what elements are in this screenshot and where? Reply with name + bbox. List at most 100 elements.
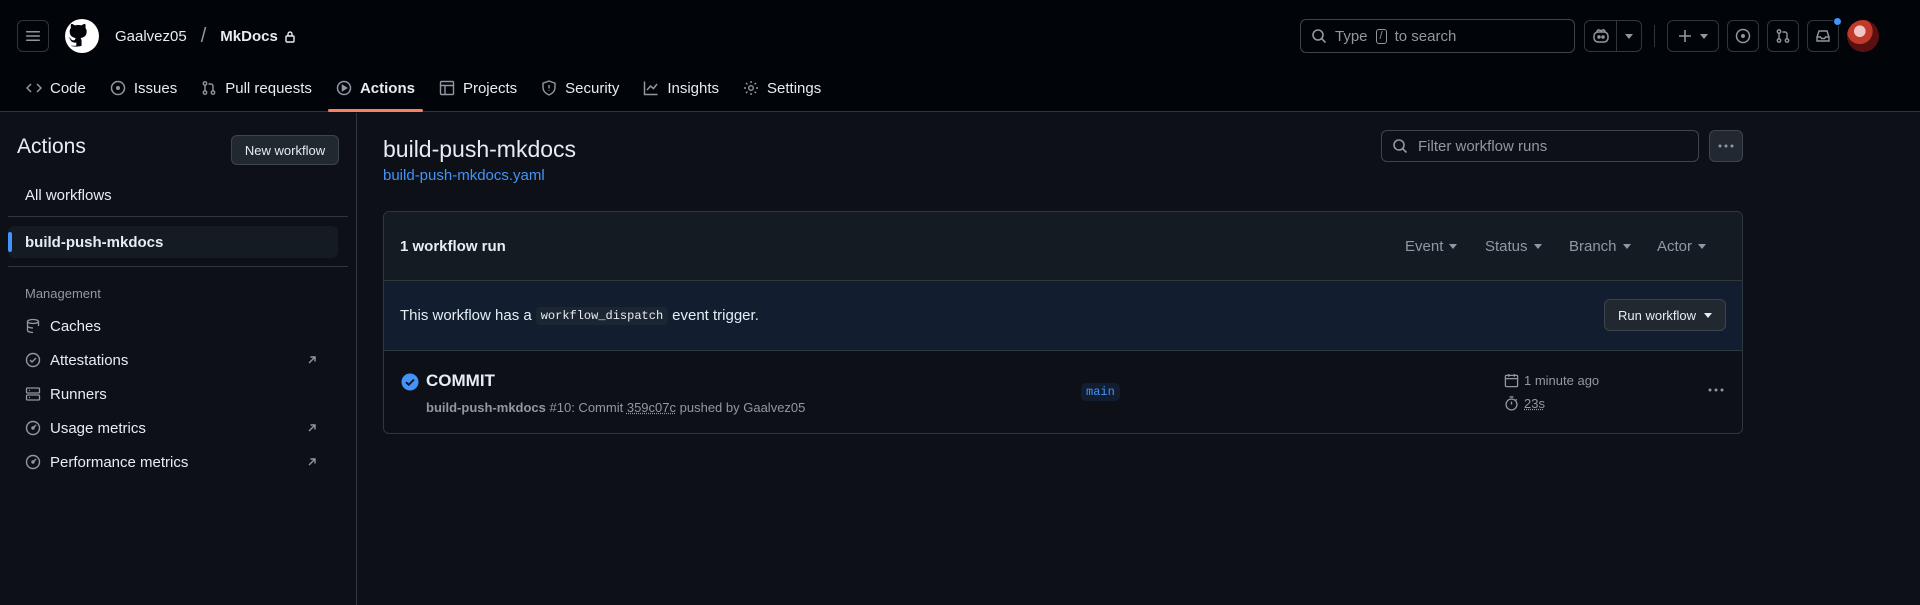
run-count: 1 workflow run	[400, 237, 506, 255]
notice-suffix: event trigger.	[672, 307, 759, 324]
plus-icon	[1679, 30, 1691, 42]
repo-link[interactable]: MkDocs	[220, 28, 296, 45]
chevron-down-icon	[1704, 312, 1713, 318]
actor-filter-dropdown[interactable]: Actor	[1657, 238, 1707, 255]
tab-security[interactable]: Security	[531, 70, 629, 106]
sidebar-item-attestations[interactable]: Attestations	[8, 344, 338, 376]
global-search-input[interactable]: Type / to search	[1300, 19, 1575, 53]
sidebar-item-usage-metrics[interactable]: Usage metrics	[8, 412, 338, 444]
copilot-icon[interactable]	[1585, 21, 1617, 51]
search-type-text: Type	[1335, 27, 1368, 45]
sidebar-title: Actions	[17, 135, 86, 158]
sidebar-item-build-push-mkdocs[interactable]: build-push-mkdocs	[8, 226, 338, 258]
check-circle-fill-icon	[401, 373, 419, 391]
tab-label: Issues	[133, 79, 178, 97]
tab-label: Insights	[667, 79, 720, 97]
workflow-runs-box: 1 workflow run Event Status Branch Actor…	[383, 211, 1743, 434]
search-rest-text: to search	[1394, 27, 1457, 45]
sidebar-item-label: Runners	[50, 385, 107, 403]
filter-label: Event	[1405, 238, 1444, 255]
gear-icon	[744, 81, 759, 95]
new-workflow-button[interactable]: New workflow	[231, 135, 339, 165]
sidebar-item-performance-metrics[interactable]: Performance metrics	[8, 446, 338, 478]
lock-icon	[285, 30, 295, 43]
github-logo-icon[interactable]	[65, 19, 99, 53]
run-detail-prefix: #10: Commit	[549, 400, 624, 415]
inbox-icon[interactable]	[1807, 17, 1842, 52]
run-workflow-name: build-push-mkdocs	[426, 400, 546, 415]
runs-header: 1 workflow run Event Status Branch Actor	[384, 212, 1742, 281]
sidebar-item-label: Usage metrics	[50, 419, 146, 437]
tab-code[interactable]: Code	[16, 70, 96, 106]
filter-placeholder: Filter workflow runs	[1418, 137, 1548, 155]
tab-pull-requests[interactable]: Pull requests	[191, 70, 322, 106]
notice-code: workflow_dispatch	[535, 306, 669, 325]
run-title[interactable]: COMMIT	[426, 371, 495, 391]
tab-issues[interactable]: Issues	[100, 70, 187, 106]
copilot-menu-chevron-down-icon[interactable]	[1617, 21, 1641, 51]
workflow-run-row[interactable]: COMMIT build-push-mkdocs #10: Commit 359…	[384, 351, 1742, 433]
filter-workflow-runs-input[interactable]: Filter workflow runs	[1381, 130, 1699, 162]
sidebar-item-runners[interactable]: Runners	[8, 378, 338, 410]
issue-opened-icon	[110, 80, 126, 96]
chevron-down-icon	[1622, 244, 1631, 249]
sidebar-divider	[8, 266, 348, 267]
run-time: 1 minute ago	[1504, 373, 1599, 388]
branch-label[interactable]: main	[1081, 383, 1120, 401]
tab-label: Security	[565, 79, 620, 97]
play-icon	[336, 80, 352, 96]
calendar-icon	[1504, 373, 1519, 388]
sidebar-divider	[8, 216, 348, 217]
tab-insights[interactable]: Insights	[633, 70, 729, 106]
filter-label: Status	[1485, 238, 1528, 255]
actions-sidebar: Actions New workflow All workflows build…	[0, 113, 357, 605]
chevron-down-icon	[1698, 244, 1707, 249]
branch-filter-dropdown[interactable]: Branch	[1569, 238, 1631, 255]
tab-settings[interactable]: Settings	[733, 70, 831, 106]
sidebar-item-all-workflows[interactable]: All workflows	[8, 179, 338, 211]
pull-requests-icon[interactable]	[1767, 20, 1799, 52]
run-subtitle: build-push-mkdocs #10: Commit 359c07c pu…	[426, 400, 805, 415]
meter-icon	[25, 454, 41, 470]
tab-label: Actions	[359, 79, 415, 97]
page-title: build-push-mkdocs	[383, 136, 577, 162]
run-duration-value: 23s	[1524, 396, 1545, 411]
kebab-horizontal-icon	[1718, 144, 1734, 148]
stopwatch-icon	[1505, 396, 1518, 411]
server-icon	[25, 387, 41, 401]
sidebar-item-label: Attestations	[50, 351, 129, 369]
status-filter-dropdown[interactable]: Status	[1485, 238, 1542, 255]
create-new-button[interactable]	[1667, 20, 1719, 52]
verified-icon	[25, 352, 41, 368]
tab-actions[interactable]: Actions	[326, 70, 425, 112]
menu-icon[interactable]	[17, 20, 49, 52]
sidebar-item-label: Performance metrics	[50, 453, 189, 471]
table-icon	[439, 80, 455, 96]
event-filter-dropdown[interactable]: Event	[1405, 238, 1458, 255]
tab-label: Settings	[767, 79, 822, 97]
tab-projects[interactable]: Projects	[429, 70, 527, 106]
code-icon	[26, 83, 42, 93]
search-shortcut-key: /	[1375, 28, 1387, 44]
workflow-dispatch-notice: This workflow has a workflow_dispatch ev…	[384, 281, 1742, 351]
repo-name[interactable]: MkDocs	[220, 28, 278, 45]
workflow-file-link[interactable]: build-push-mkdocs.yaml	[383, 167, 545, 184]
sidebar-item-caches[interactable]: Caches	[8, 310, 338, 342]
tab-label: Pull requests	[225, 79, 312, 97]
shield-icon	[542, 80, 556, 96]
filter-label: Branch	[1569, 238, 1617, 255]
workflow-menu-button[interactable]	[1709, 130, 1743, 162]
search-icon	[1393, 139, 1408, 154]
external-link-icon	[308, 424, 316, 432]
run-workflow-button[interactable]: Run workflow	[1604, 299, 1726, 331]
copilot-button[interactable]	[1584, 20, 1642, 52]
commit-sha-link[interactable]: 359c07c	[627, 400, 676, 415]
graph-icon	[644, 81, 658, 96]
run-menu-button[interactable]	[1701, 375, 1731, 405]
external-link-icon	[308, 458, 316, 466]
run-detail-suffix: pushed by Gaalvez05	[679, 400, 806, 415]
issues-icon[interactable]	[1727, 20, 1759, 52]
owner-link[interactable]: Gaalvez05	[115, 28, 187, 45]
avatar[interactable]	[1847, 20, 1879, 52]
run-duration: 23s	[1504, 396, 1545, 411]
